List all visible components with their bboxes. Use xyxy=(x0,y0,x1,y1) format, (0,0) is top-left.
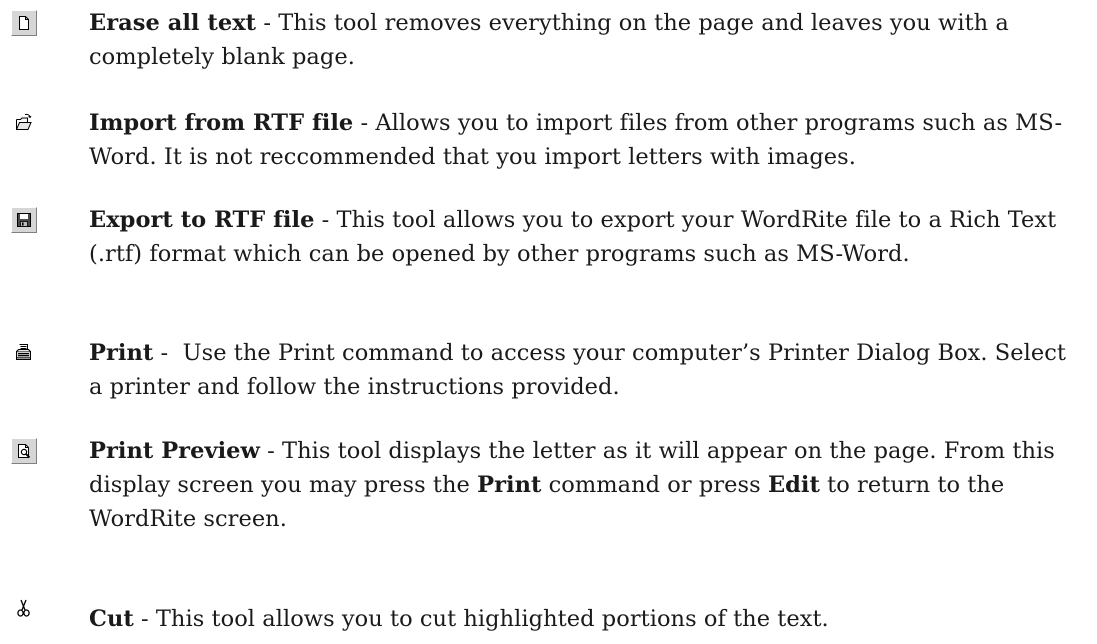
entry-title: Erase all text xyxy=(89,10,257,36)
entry-text: Export to RTF file - This tool allows yo… xyxy=(89,203,1079,271)
entry-text: Erase all text - This tool removes every… xyxy=(89,6,1079,74)
entry-description: This tool allows you to cut highlighted … xyxy=(155,606,829,632)
print-preview-icon xyxy=(11,438,37,464)
entry-bold-print: Print xyxy=(477,472,542,498)
entry-title: Print Preview xyxy=(89,438,260,464)
toolbar-reference-document: Erase all text - This tool removes every… xyxy=(0,0,1097,644)
entry-separator: - xyxy=(133,606,156,632)
entry-text: Import from RTF file - Allows you to imp… xyxy=(89,106,1079,174)
entry-description: Use the Print command to access your com… xyxy=(89,340,1066,400)
entry-separator: - xyxy=(153,340,183,366)
entry-separator: - xyxy=(259,438,283,464)
floppy-disk-icon xyxy=(11,207,37,233)
entry-title: Import from RTF file xyxy=(89,110,354,136)
entry-separator: - xyxy=(256,10,279,36)
printer-icon xyxy=(11,340,37,366)
entry-title: Print xyxy=(89,340,154,366)
entry-separator: - xyxy=(314,207,337,233)
entry-text: Cut - This tool allows you to cut highli… xyxy=(89,602,1079,636)
open-folder-icon xyxy=(11,110,37,136)
entry-description-part2: command or press xyxy=(541,472,768,498)
entry-separator: - xyxy=(353,110,376,136)
entry-title: Cut xyxy=(89,606,134,632)
entry-text: Print Preview - This tool displays the l… xyxy=(89,434,1079,536)
entry-bold-edit: Edit xyxy=(767,472,820,498)
entry-text: Print - Use the Print command to access … xyxy=(89,336,1079,404)
new-page-icon xyxy=(11,10,37,36)
entry-title: Export to RTF file xyxy=(89,207,315,233)
scissors-icon xyxy=(11,596,37,622)
